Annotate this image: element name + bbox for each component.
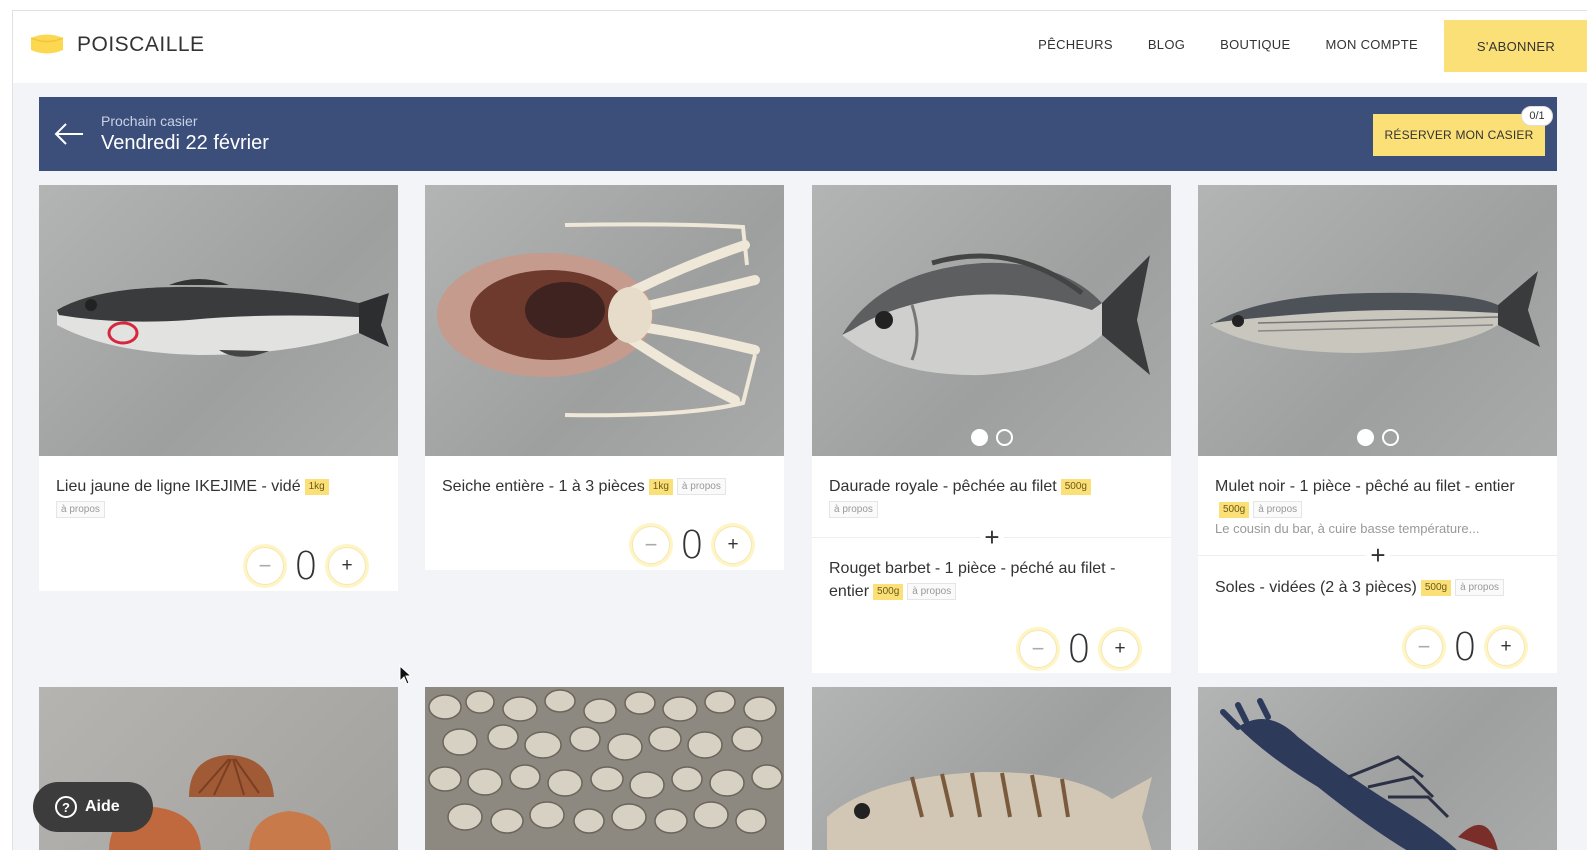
weight-badge: 1kg	[648, 478, 673, 495]
carousel-dot[interactable]	[1381, 429, 1399, 446]
quantity-stepper: − 0 +	[1019, 627, 1139, 671]
image-carousel-dots	[812, 429, 1171, 446]
question-icon: ?	[55, 796, 77, 818]
quantity-value: 0	[1066, 627, 1092, 671]
quantity-stepper: − 0 +	[246, 544, 366, 588]
about-link[interactable]: à propos	[907, 583, 957, 601]
product-card	[425, 687, 784, 850]
product-title: Mulet noir - 1 pièce - pêché au filet - …	[1215, 475, 1545, 521]
decrease-button[interactable]: −	[1019, 630, 1057, 668]
product-title: Seiche entière - 1 à 3 pièces 1kg à propos	[442, 475, 772, 498]
reserve-count-badge: 0/1	[1521, 106, 1553, 126]
quantity-stepper: − 0 +	[632, 523, 752, 567]
item-separator: +	[812, 522, 1171, 552]
product-title: Lieu jaune de ligne IKEJIME - vidé 1kg à …	[56, 475, 386, 521]
about-link[interactable]: à propos	[829, 501, 878, 519]
plus-icon: +	[1366, 540, 1390, 570]
increase-button[interactable]: +	[1487, 628, 1525, 666]
weight-badge: 500g	[1219, 501, 1250, 518]
mouse-cursor-icon	[399, 665, 413, 685]
weight-badge: 1kg	[304, 478, 329, 495]
quantity-stepper: − 0 +	[1405, 625, 1525, 669]
product-title: Daurade royale - pêchée au filet 500g à p…	[829, 475, 1159, 521]
help-label: Aide	[85, 798, 120, 815]
nav-link-pecheurs[interactable]: PÊCHEURS	[1038, 37, 1113, 52]
product-title: Soles - vidées (2 à 3 pièces) 500g à propo…	[1215, 576, 1545, 599]
lobster-icon	[1220, 698, 1498, 850]
product-photo[interactable]	[1198, 687, 1557, 850]
weight-badge: 500g	[873, 583, 904, 600]
product-description: Le cousin du bar, à cuire basse températ…	[1215, 521, 1480, 536]
product-photo[interactable]	[425, 687, 784, 850]
top-nav: POISCAILLE PÊCHEURS BLOG BOUTIQUE MON CO…	[13, 11, 1587, 83]
next-box-banner: Prochain casier Vendredi 22 février RÉSE…	[39, 97, 1557, 171]
increase-button[interactable]: +	[328, 547, 366, 585]
image-carousel-dots	[1198, 429, 1557, 446]
banner-date: Vendredi 22 février	[101, 132, 269, 154]
about-link[interactable]: à propos	[1253, 501, 1303, 519]
about-link[interactable]: à propos	[1455, 579, 1505, 597]
sea-bream-icon	[827, 771, 1152, 850]
nav-link-mon-compte[interactable]: MON COMPTE	[1325, 37, 1418, 52]
product-photo[interactable]	[812, 687, 1171, 850]
carousel-dot[interactable]	[995, 429, 1013, 446]
weight-badge: 500g	[1420, 579, 1452, 596]
carousel-dot[interactable]	[1356, 429, 1374, 446]
increase-button[interactable]: +	[1101, 630, 1139, 668]
reserve-box-button[interactable]: RÉSERVER MON CASIER	[1373, 114, 1545, 156]
product-photo[interactable]	[1198, 185, 1557, 456]
product-card: Mulet noir - 1 pièce - pêché au filet - …	[1198, 185, 1557, 673]
banner-subtitle: Prochain casier	[101, 113, 198, 129]
plus-icon: +	[980, 522, 1004, 552]
nav-link-blog[interactable]: BLOG	[1148, 37, 1185, 52]
product-card: Lieu jaune de ligne IKEJIME - vidé 1kg à …	[39, 185, 398, 591]
mullet-fish-icon	[1210, 271, 1540, 353]
product-card	[812, 687, 1171, 850]
nav-link-boutique[interactable]: BOUTIQUE	[1220, 37, 1290, 52]
product-name[interactable]: Lieu jaune de ligne IKEJIME - vidé	[56, 478, 301, 495]
product-photo[interactable]	[39, 185, 398, 456]
sea-bream-icon	[842, 253, 1150, 376]
quantity-value: 0	[1452, 625, 1478, 669]
product-card	[1198, 687, 1557, 850]
carousel-dot[interactable]	[970, 429, 988, 446]
product-name[interactable]: Seiche entière - 1 à 3 pièces	[442, 478, 645, 495]
product-card: Seiche entière - 1 à 3 pièces 1kg à propos…	[425, 185, 784, 570]
item-separator: +	[1198, 540, 1557, 570]
product-name[interactable]: Rouget barbet - 1 pièce - péché au filet…	[829, 560, 1115, 600]
product-photo[interactable]	[425, 185, 784, 456]
product-card: Daurade royale - pêchée au filet 500g à p…	[812, 185, 1171, 673]
product-name[interactable]: Soles - vidées (2 à 3 pièces)	[1215, 579, 1417, 596]
pollock-fish-icon	[57, 279, 389, 357]
back-arrow-icon[interactable]	[53, 121, 85, 147]
about-link[interactable]: à propos	[56, 501, 105, 519]
decrease-button[interactable]: −	[1405, 628, 1443, 666]
subscribe-button[interactable]: S'ABONNER	[1444, 20, 1587, 72]
weight-badge: 500g	[1060, 478, 1091, 495]
quantity-value: 0	[293, 544, 319, 588]
quantity-value: 0	[679, 523, 705, 567]
decrease-button[interactable]: −	[632, 526, 670, 564]
about-link[interactable]: à propos	[676, 478, 726, 496]
brand-name[interactable]: POISCAILLE	[77, 33, 205, 57]
product-name[interactable]: Daurade royale - pêchée au filet	[829, 478, 1057, 495]
increase-button[interactable]: +	[714, 526, 752, 564]
decrease-button[interactable]: −	[246, 547, 284, 585]
nav-links: PÊCHEURS BLOG BOUTIQUE MON COMPTE	[1003, 37, 1418, 52]
clams-icon	[428, 689, 783, 834]
product-name[interactable]: Mulet noir - 1 pièce - pêché au filet - …	[1215, 478, 1515, 495]
product-photo[interactable]	[812, 185, 1171, 456]
product-title: Rouget barbet - 1 pièce - péché au filet…	[829, 557, 1159, 603]
help-button[interactable]: ? Aide	[33, 782, 153, 832]
cuttlefish-icon	[437, 222, 760, 418]
page-frame: POISCAILLE PÊCHEURS BLOG BOUTIQUE MON CO…	[12, 10, 1587, 850]
logo-icon[interactable]	[27, 29, 67, 59]
